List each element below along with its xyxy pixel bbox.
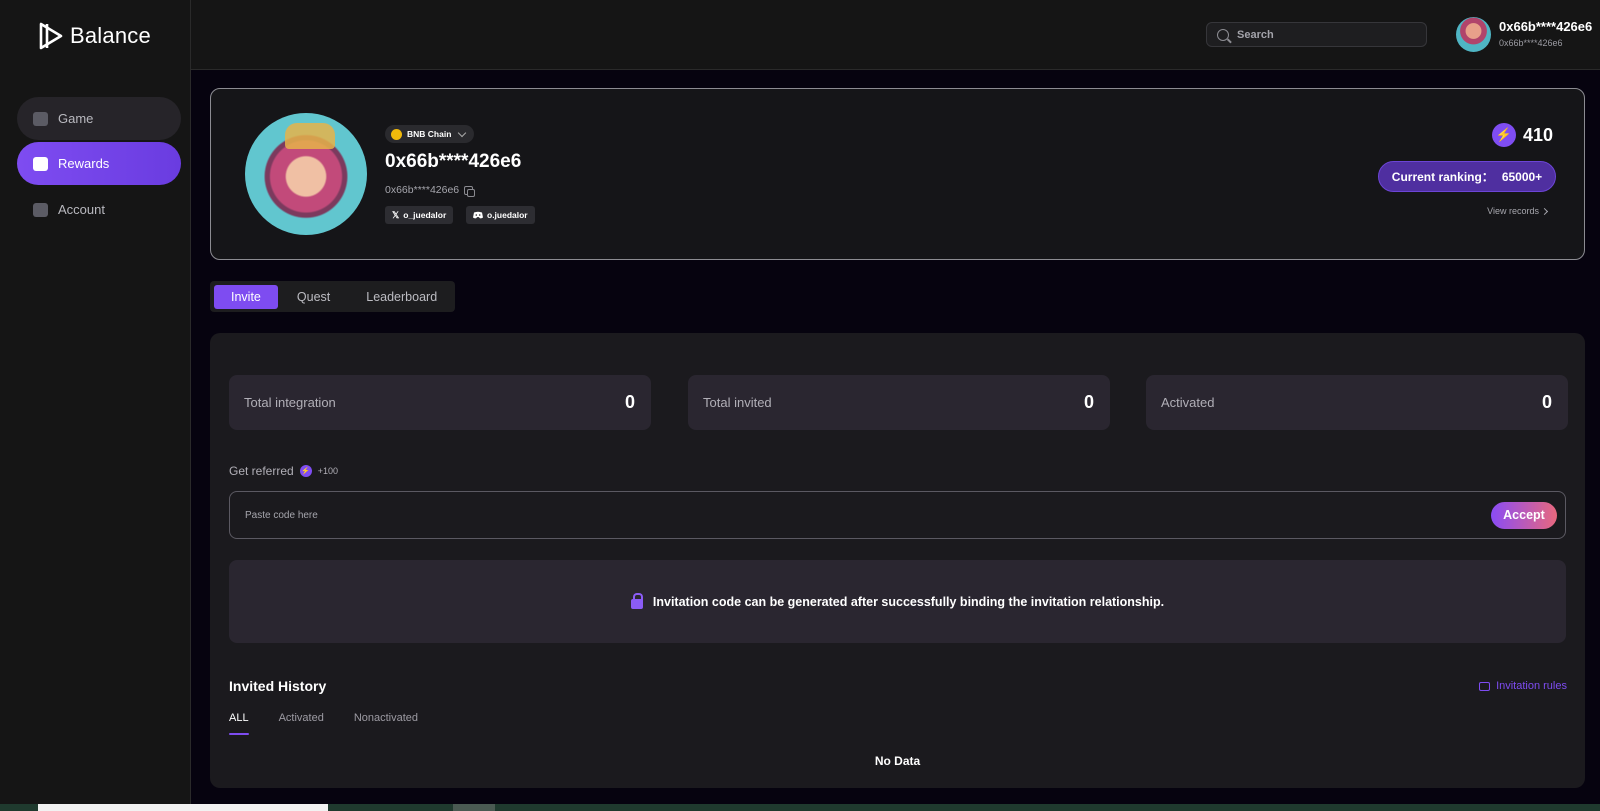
stat-total-integration: Total integration 0 [229, 375, 651, 430]
gamepad-icon [33, 111, 48, 126]
invitation-rules-link[interactable]: Invitation rules [1479, 680, 1567, 692]
invite-panel: Total integration 0 Total invited 0 Acti… [210, 333, 1585, 788]
invitation-notice: Invitation code can be generated after s… [229, 560, 1566, 643]
stat-value: 0 [1541, 392, 1552, 412]
chain-selector[interactable]: BNB Chain [385, 125, 475, 143]
sidebar-item-label: Game [58, 111, 94, 126]
profile-avatar [245, 113, 367, 235]
chart-icon [33, 202, 48, 217]
chain-label: BNB Chain [407, 129, 452, 139]
wallet-address-short: 0x66b****426e6 [385, 184, 460, 196]
rewards-tabs: Invite Quest Leaderboard [210, 281, 455, 312]
filter-all[interactable]: ALL [229, 712, 249, 735]
ranking-badge[interactable]: Current ranking： 65000+ [1378, 161, 1556, 192]
search-box[interactable] [1206, 22, 1427, 47]
ranking-value: 65000+ [1501, 169, 1543, 184]
referral-code-box: Accept [229, 491, 1566, 539]
taskbar-window[interactable] [38, 804, 328, 811]
stat-value: 0 [624, 392, 635, 412]
lightning-icon: ⚡ [1491, 123, 1516, 147]
tab-leaderboard[interactable]: Leaderboard [349, 285, 454, 309]
referral-label: Get referred [229, 464, 294, 478]
referral-bonus: +100 [317, 466, 338, 476]
view-records-link[interactable]: View records [1487, 206, 1549, 216]
search-icon [1217, 28, 1229, 41]
points-total: ⚡ 410 [1491, 123, 1553, 147]
sidebar-item-label: Rewards [58, 156, 110, 171]
referral-code-input[interactable] [245, 509, 1145, 521]
discord-handle: o.juedalor [487, 210, 528, 220]
points-value: 410 [1522, 124, 1553, 145]
user-menu[interactable]: 0x66b****426e6 0x66b****426e6 [1499, 19, 1592, 48]
sidebar-item-account[interactable]: Account [17, 188, 181, 231]
lightning-icon: ⚡ [299, 465, 312, 477]
avatar[interactable] [1456, 17, 1491, 52]
ranking-label: Current ranking： [1391, 170, 1494, 184]
user-name: 0x66b****426e6 [1499, 19, 1593, 34]
rules-label: Invitation rules [1496, 680, 1567, 692]
filter-nonactivated[interactable]: Nonactivated [354, 712, 418, 735]
empty-state: No Data [874, 754, 921, 768]
search-input[interactable] [1237, 28, 1397, 41]
sidebar-item-game[interactable]: Game [17, 97, 181, 140]
stat-activated: Activated 0 [1146, 375, 1568, 430]
twitter-handle: o_juedalor [403, 210, 447, 220]
logo[interactable]: Balance [38, 21, 151, 51]
app-name: Balance [70, 23, 151, 48]
discord-icon [473, 211, 483, 219]
profile-card: BNB Chain 0x66b****426e6 0x66b****426e6 … [210, 88, 1585, 260]
history-title: Invited History [229, 678, 327, 694]
chevron-down-icon [458, 128, 467, 137]
notice-text: Invitation code can be generated after s… [652, 594, 1165, 609]
wallet-icon [33, 156, 48, 171]
history-filter-tabs: ALL Activated Nonactivated [229, 712, 418, 735]
copy-icon[interactable] [464, 185, 476, 197]
twitter-badge[interactable]: 𝕏 o_juedalor [385, 206, 454, 224]
rules-icon [1479, 681, 1491, 691]
balance-logo-icon [39, 22, 63, 50]
chevron-right-icon [1540, 207, 1549, 215]
x-icon: 𝕏 [392, 209, 400, 220]
stat-label: Total invited [703, 395, 772, 410]
stat-value: 0 [1083, 392, 1094, 412]
taskbar [0, 804, 1600, 811]
tab-invite[interactable]: Invite [214, 284, 278, 309]
stat-label: Total integration [244, 395, 336, 410]
user-address: 0x66b****426e6 [1499, 38, 1563, 48]
sidebar: Balance Game Rewards Account [0, 0, 191, 804]
discord-badge[interactable]: o.juedalor [466, 206, 535, 224]
stat-total-invited: Total invited 0 [688, 375, 1110, 430]
accept-button[interactable]: Accept [1491, 501, 1557, 529]
tab-quest[interactable]: Quest [280, 285, 347, 309]
wallet-address-short-row: 0x66b****426e6 [385, 184, 476, 197]
taskbar-button[interactable] [453, 804, 495, 811]
view-records-label: View records [1487, 206, 1539, 216]
wallet-address: 0x66b****426e6 [385, 151, 522, 172]
topbar: 0x66b****426e6 0x66b****426e6 [191, 0, 1600, 70]
filter-activated[interactable]: Activated [279, 712, 324, 735]
lock-icon [630, 592, 643, 609]
points-panel: ⚡ 410 Current ranking： 65000+ View recor… [1376, 123, 1556, 223]
stat-label: Activated [1161, 395, 1215, 410]
referral-label-row: Get referred ⚡ +100 [229, 464, 338, 478]
sidebar-item-label: Account [58, 202, 105, 217]
sidebar-item-rewards[interactable]: Rewards [17, 142, 181, 185]
bnb-icon [391, 128, 402, 140]
